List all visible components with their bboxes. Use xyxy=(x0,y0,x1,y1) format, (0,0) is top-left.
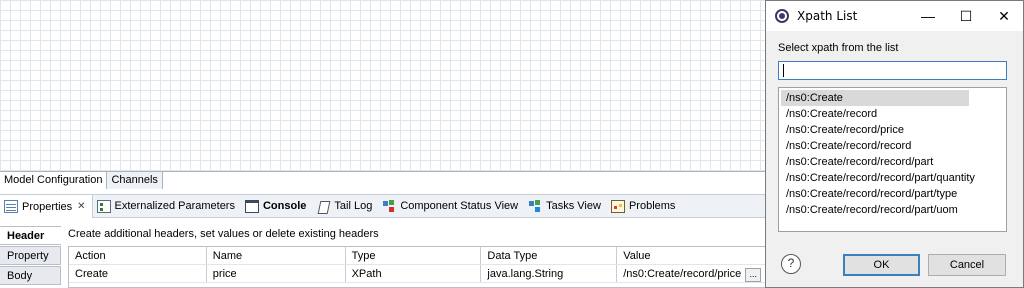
minimize-button[interactable]: — xyxy=(909,1,947,31)
tab-properties-label: Properties xyxy=(22,200,73,213)
column-header-data-type[interactable]: Data Type xyxy=(481,247,618,264)
list-item[interactable]: /ns0:Create/record/record xyxy=(781,138,1004,154)
browse-xpath-button[interactable]: ... xyxy=(745,268,762,282)
tab-model-configuration[interactable]: Model Configuration xyxy=(0,172,108,189)
cell-value-text: /ns0:Create/record/price xyxy=(623,268,742,280)
list-item[interactable]: /ns0:Create/record/record/part/uom xyxy=(781,202,1004,218)
xpath-filter-input[interactable] xyxy=(778,61,1007,80)
dialog-titlebar[interactable]: Xpath List — ☐ ✕ xyxy=(766,1,1023,31)
list-item[interactable]: /ns0:Create/record/record/part xyxy=(781,154,1004,170)
properties-side-tabs: Header Property Body xyxy=(0,226,61,288)
close-icon[interactable]: ✕ xyxy=(77,201,85,212)
side-tab-header[interactable]: Header xyxy=(0,226,61,245)
tab-tasks-view[interactable]: Tasks View xyxy=(524,195,607,217)
dialog-title: Xpath List xyxy=(797,9,858,23)
list-item[interactable]: /ns0:Create xyxy=(781,90,969,106)
tab-console-label: Console xyxy=(262,200,307,212)
tab-properties[interactable]: Properties ✕ xyxy=(0,195,93,218)
cell-action[interactable]: Create xyxy=(69,265,207,282)
headers-table: Action Name Type Data Type Value Create … xyxy=(68,246,768,288)
window-controls: — ☐ ✕ xyxy=(909,1,1023,31)
tab-tail-log[interactable]: Tail Log xyxy=(312,195,378,217)
cell-type[interactable]: XPath xyxy=(346,265,482,282)
tab-externalized-parameters[interactable]: Externalized Parameters xyxy=(93,195,241,217)
tab-externalized-parameters-label: Externalized Parameters xyxy=(114,200,235,212)
side-tab-body[interactable]: Body xyxy=(0,266,61,285)
properties-description: Create additional headers, set values or… xyxy=(68,228,379,240)
close-icon: ✕ xyxy=(998,7,1010,24)
cell-data-type[interactable]: java.lang.String xyxy=(481,265,618,282)
console-icon xyxy=(244,199,259,213)
table-row[interactable]: Create price XPath java.lang.String /ns0… xyxy=(69,265,768,283)
tab-problems-label: Problems xyxy=(628,200,676,212)
maximize-icon: ☐ xyxy=(959,7,973,24)
xpath-list[interactable]: /ns0:Create/ns0:Create/record/ns0:Create… xyxy=(778,87,1007,232)
list-item[interactable]: /ns0:Create/record xyxy=(781,106,1004,122)
maximize-button[interactable]: ☐ xyxy=(947,1,985,31)
ok-button[interactable]: OK xyxy=(843,254,920,276)
column-header-name[interactable]: Name xyxy=(207,247,346,264)
properties-icon xyxy=(4,200,18,213)
eclipse-icon xyxy=(775,9,789,23)
help-icon[interactable]: ? xyxy=(781,254,801,274)
tab-component-status-view-label: Component Status View xyxy=(400,200,519,212)
tab-problems[interactable]: Problems xyxy=(607,195,681,217)
tab-tail-log-label: Tail Log xyxy=(334,200,373,212)
problems-icon xyxy=(610,199,625,213)
column-header-action[interactable]: Action xyxy=(69,247,207,264)
table-header-row: Action Name Type Data Type Value xyxy=(69,247,768,265)
list-item[interactable]: /ns0:Create/record/record/part/type xyxy=(781,186,1004,202)
text-caret xyxy=(783,64,784,77)
tasks-icon xyxy=(528,199,542,213)
component-status-icon xyxy=(382,199,396,213)
column-header-value[interactable]: Value xyxy=(617,247,768,264)
select-xpath-label: Select xpath from the list xyxy=(778,42,899,54)
list-item[interactable]: /ns0:Create/record/price xyxy=(781,122,1004,138)
list-item[interactable]: /ns0:Create/record/record/part/quantity xyxy=(781,170,1004,186)
cell-name[interactable]: price xyxy=(207,265,346,282)
tail-log-icon xyxy=(316,200,330,213)
tab-component-status-view[interactable]: Component Status View xyxy=(378,195,524,217)
column-header-type[interactable]: Type xyxy=(346,247,482,264)
tab-console[interactable]: Console xyxy=(241,195,312,217)
cancel-button[interactable]: Cancel xyxy=(928,254,1006,276)
tab-tasks-view-label: Tasks View xyxy=(546,200,601,212)
minimize-icon: — xyxy=(921,8,935,24)
tab-channels[interactable]: Channels xyxy=(107,172,163,189)
xpath-list-dialog: Xpath List — ☐ ✕ Select xpath from the l… xyxy=(765,0,1024,288)
cell-value[interactable]: /ns0:Create/record/price ... xyxy=(617,265,768,282)
side-tab-property[interactable]: Property xyxy=(0,246,61,265)
externalized-parameters-icon xyxy=(96,199,111,213)
close-button[interactable]: ✕ xyxy=(985,1,1023,31)
